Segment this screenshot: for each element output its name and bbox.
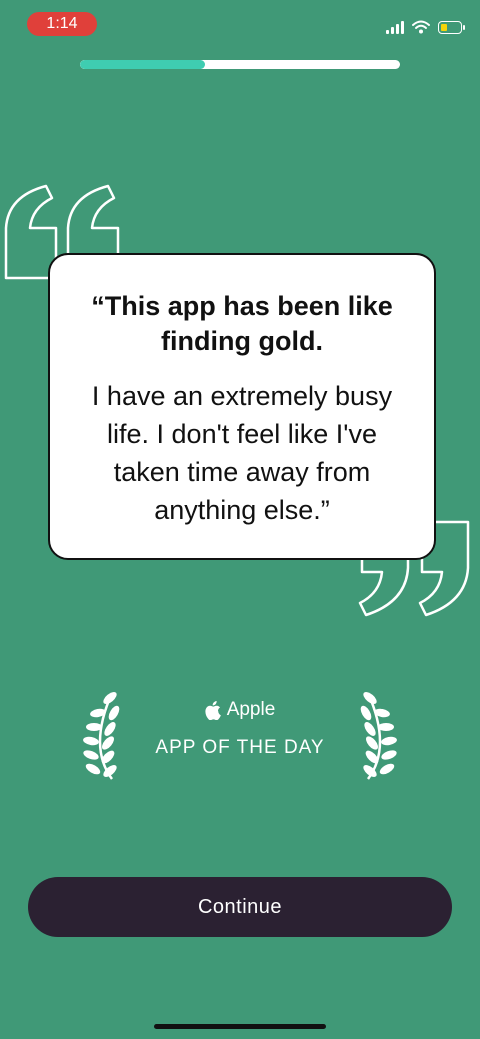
onboarding-progress-bar — [80, 60, 400, 69]
status-indicators — [386, 20, 465, 34]
cellular-signal-icon — [386, 20, 404, 34]
laurel-right-icon — [360, 692, 397, 780]
battery-icon — [438, 20, 465, 34]
apple-logo-icon — [205, 700, 221, 720]
testimonial-headline: “This app has been like finding gold. — [91, 291, 393, 356]
status-time: 1:14 — [27, 12, 97, 36]
home-indicator[interactable] — [154, 1024, 326, 1029]
continue-button[interactable]: Continue — [28, 877, 452, 937]
award-title: APP OF THE DAY — [155, 737, 325, 758]
testimonial-card: “This app has been like finding gold. I … — [48, 253, 436, 560]
battery-level — [441, 23, 448, 31]
award-brand: Apple — [0, 699, 480, 721]
award-brand-label: Apple — [226, 699, 276, 720]
progress-fill — [80, 60, 205, 69]
testimonial-body: I have an extremely busy life. I don't f… — [91, 381, 393, 525]
app-of-the-day-award: Apple APP OF THE DAY — [0, 685, 480, 785]
wifi-icon — [412, 20, 430, 34]
